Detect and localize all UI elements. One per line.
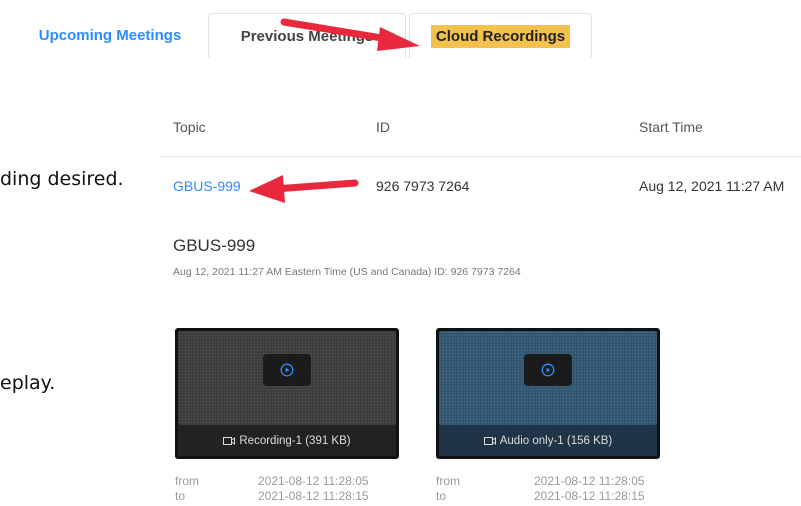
instruction-text-2: eplay. — [0, 372, 56, 394]
meeting-start-time: Aug 12, 2021 11:27 AM — [639, 178, 785, 194]
tab-previous-label: Previous Meetings — [240, 27, 374, 45]
recording-from-value: 2021-08-12 11:28:05 — [258, 474, 369, 488]
recording-from-label: from — [175, 474, 199, 488]
column-header-start-time: Start Time — [639, 119, 703, 135]
play-circle-icon — [280, 363, 294, 377]
tab-cloud-label: Cloud Recordings — [430, 24, 571, 48]
audio-from-value: 2021-08-12 11:28:05 — [534, 474, 645, 488]
tab-upcoming-meetings[interactable]: Upcoming Meetings — [14, 13, 206, 58]
column-header-topic: Topic — [173, 119, 206, 135]
recording-detail-subtitle: Aug 12, 2021 11:27 AM Eastern Time (US a… — [173, 266, 521, 278]
audio-to-value: 2021-08-12 11:28:15 — [534, 489, 645, 503]
recording-card-audio[interactable]: Audio only-1 (156 KB) — [436, 328, 660, 459]
recording-to-value: 2021-08-12 11:28:15 — [258, 489, 369, 503]
table-divider — [160, 156, 801, 157]
video-camera-icon — [483, 436, 496, 445]
tab-cloud-recordings[interactable]: Cloud Recordings — [409, 13, 592, 58]
recording-to-label: to — [175, 489, 186, 503]
arrow-to-topic-link — [249, 175, 359, 203]
audio-from-label: from — [436, 474, 460, 488]
recording-detail-title: GBUS-999 — [173, 236, 256, 255]
audio-caption-text: Audio only-1 (156 KB) — [499, 434, 613, 447]
tab-upcoming-label: Upcoming Meetings — [38, 27, 182, 44]
meeting-topic-link[interactable]: GBUS-999 — [173, 178, 241, 194]
meeting-id: 926 7973 7264 — [376, 178, 470, 194]
play-button[interactable] — [263, 354, 311, 386]
recording-card-video[interactable]: Recording-1 (391 KB) — [175, 328, 399, 459]
play-button[interactable] — [524, 354, 572, 386]
video-camera-icon — [223, 436, 236, 445]
recording-caption: Recording-1 (391 KB) — [178, 425, 396, 456]
instruction-text-1: ding desired. — [0, 168, 124, 190]
column-header-id: ID — [376, 119, 390, 135]
recording-caption-text: Recording-1 (391 KB) — [239, 434, 351, 447]
tab-previous-meetings[interactable]: Previous Meetings — [208, 13, 406, 58]
audio-caption: Audio only-1 (156 KB) — [439, 425, 657, 456]
audio-to-label: to — [436, 489, 447, 503]
play-circle-icon — [541, 363, 555, 377]
